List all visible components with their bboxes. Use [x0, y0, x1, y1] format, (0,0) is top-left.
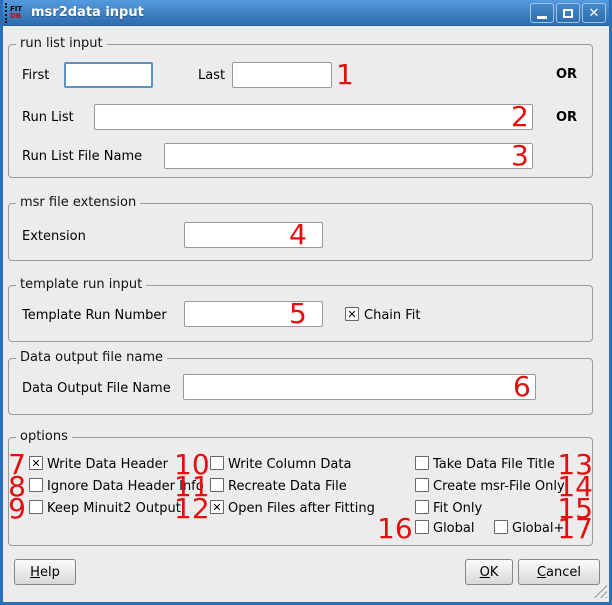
annotation-17: 17 [556, 515, 593, 543]
create-msr-file-only-label: Create msr-File Only [433, 479, 565, 494]
data-output-file-name-input[interactable] [183, 374, 536, 400]
annotation-6: 6 [513, 373, 531, 401]
minimize-icon [537, 16, 547, 19]
maximize-button[interactable] [556, 3, 580, 23]
check-mark: ✕ [347, 309, 356, 320]
template-run-number-label: Template Run Number [22, 308, 167, 323]
ignore-data-header-info-checkbox[interactable] [29, 478, 43, 492]
first-input[interactable] [64, 62, 153, 88]
annotation-2: 2 [511, 103, 529, 131]
ok-button[interactable]: OK [465, 559, 513, 585]
chain-fit-label: Chain Fit [364, 308, 421, 323]
take-data-file-title-label: Take Data File Title [433, 457, 555, 472]
group-title-run-list-input: run list input [16, 37, 107, 51]
ok-button-label: OK [466, 565, 512, 580]
first-label: First [22, 68, 49, 83]
annotation-4: 4 [289, 221, 307, 249]
cancel-button[interactable]: Cancel [518, 559, 600, 585]
resize-grip-icon[interactable] [592, 583, 607, 598]
maximize-icon [563, 9, 573, 18]
close-icon: ✕ [589, 7, 600, 20]
help-button-label: Help [15, 565, 75, 580]
run-list-file-name-input[interactable] [164, 143, 533, 169]
open-files-after-fitting-checkbox[interactable]: ✕ [210, 500, 224, 514]
group-title-data-output-file-name: Data output file name [16, 351, 167, 365]
last-label: Last [198, 68, 225, 83]
cancel-button-label: Cancel [519, 565, 599, 580]
data-output-file-name-label: Data Output File Name [22, 381, 171, 396]
global-checkbox[interactable] [415, 520, 429, 534]
global-label: Global [433, 521, 474, 536]
or-label-2: OR [556, 110, 577, 125]
titlebar[interactable]: FIT DB msr2data input ✕ [0, 0, 612, 26]
close-button[interactable]: ✕ [582, 3, 606, 23]
help-button[interactable]: Help [14, 559, 76, 585]
annotation-1: 1 [336, 61, 354, 89]
keep-minuit2-output-label: Keep Minuit2 Output [47, 501, 181, 516]
write-column-data-label: Write Column Data [228, 457, 351, 472]
msr2data-app-icon: FIT DB [5, 3, 27, 23]
fit-only-checkbox[interactable] [415, 500, 429, 514]
minimize-button[interactable] [530, 3, 554, 23]
chain-fit-checkbox[interactable]: ✕ [345, 307, 359, 321]
create-msr-file-only-checkbox[interactable] [415, 478, 429, 492]
run-list-label: Run List [22, 110, 74, 125]
annotation-5: 5 [289, 300, 307, 328]
annotation-16: 16 [377, 515, 411, 543]
dialog-body: run list input First Last 1 OR Run List … [3, 26, 609, 602]
run-list-input[interactable] [94, 104, 533, 130]
run-list-file-name-label: Run List File Name [22, 149, 142, 164]
group-title-template-run-input: template run input [16, 278, 146, 292]
write-column-data-checkbox[interactable] [210, 456, 224, 470]
take-data-file-title-checkbox[interactable] [415, 456, 429, 470]
recreate-data-file-label: Recreate Data File [228, 479, 347, 494]
write-data-header-checkbox[interactable]: ✕ [29, 456, 43, 470]
extension-label: Extension [22, 229, 86, 244]
group-title-msr-file-extension: msr file extension [16, 196, 140, 210]
global-plus-checkbox[interactable] [494, 520, 508, 534]
group-title-options: options [16, 430, 72, 444]
last-input[interactable] [232, 62, 332, 88]
keep-minuit2-output-checkbox[interactable] [29, 500, 43, 514]
fit-only-label: Fit Only [433, 501, 482, 516]
app-icon-db-text: DB [10, 13, 27, 20]
check-mark: ✕ [212, 502, 221, 513]
or-label-1: OR [556, 67, 577, 82]
recreate-data-file-checkbox[interactable] [210, 478, 224, 492]
annotation-3: 3 [511, 142, 529, 170]
msr2data-dialog: FIT DB msr2data input ✕ run list input F… [0, 0, 612, 605]
annotation-9: 9 [4, 495, 26, 523]
annotation-12: 12 [174, 495, 208, 523]
check-mark: ✕ [31, 458, 40, 469]
window-title: msr2data input [31, 5, 144, 20]
write-data-header-label: Write Data Header [47, 457, 168, 472]
open-files-after-fitting-label: Open Files after Fitting [228, 501, 375, 516]
